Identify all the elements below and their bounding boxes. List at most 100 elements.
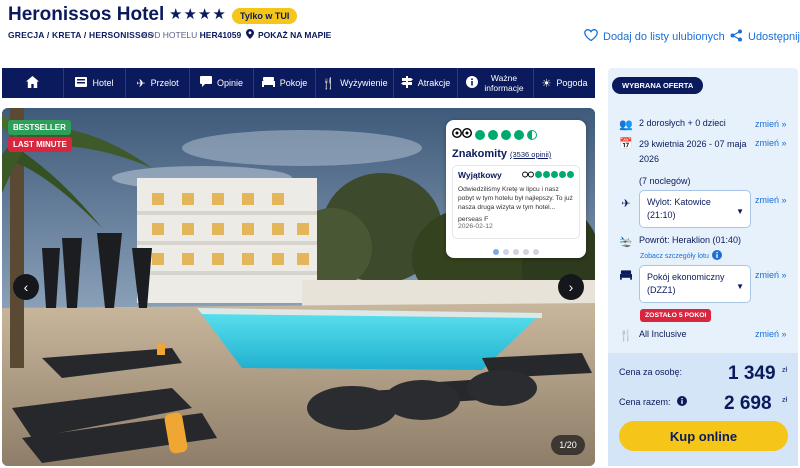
nav-hotel[interactable]: Hotel bbox=[64, 68, 126, 98]
board-row: 🍴 All Inclusive bbox=[619, 329, 687, 342]
caret-down-icon: ▼ bbox=[736, 282, 744, 291]
return-value: Powrót: Heraklion (01:40) bbox=[639, 235, 742, 245]
departure-select[interactable]: Wylot: Katowice (21:10) ▼ bbox=[639, 190, 751, 228]
signpost-icon bbox=[400, 75, 413, 91]
price-per-person: 1 349 bbox=[728, 363, 776, 384]
hotel-code-label: KOD HOTELU bbox=[142, 30, 198, 40]
review-text: Odwiedziliśmy Kretę w lipcu i nasz pobyt… bbox=[458, 186, 573, 211]
change-guests-link[interactable]: zmień » bbox=[755, 119, 787, 129]
price-total-row: Cena razem: bbox=[619, 396, 687, 408]
currency: zł bbox=[782, 397, 788, 404]
nav-board[interactable]: 🍴 Wyżywienie bbox=[316, 68, 394, 98]
nav-important-info[interactable]: Ważne informacje bbox=[458, 68, 534, 98]
nav-weather[interactable]: ☀ Pogoda bbox=[534, 68, 595, 98]
share-button[interactable]: Udostępnij bbox=[730, 29, 800, 45]
sun-icon: ☀ bbox=[541, 77, 552, 90]
info-icon bbox=[711, 250, 722, 262]
add-to-favorites-button[interactable]: Dodaj do listy ulubionych bbox=[584, 29, 725, 44]
plane-landing-icon: 🛬 bbox=[619, 236, 633, 248]
rooms-left-badge: ZOSTAŁO 5 POKOI bbox=[640, 309, 712, 322]
plane-takeoff-icon: ✈ bbox=[621, 198, 631, 210]
currency: zł bbox=[782, 367, 788, 374]
rating-summary: Znakomity (3536 opinii) bbox=[452, 148, 580, 160]
review-title: Wyjątkowy bbox=[458, 170, 502, 180]
rating-title: Znakomity bbox=[452, 148, 508, 160]
board-value: All Inclusive bbox=[639, 329, 687, 339]
gallery-prev-button[interactable]: ‹ bbox=[13, 274, 39, 300]
reviews-count-link[interactable]: (3536 opinii) bbox=[510, 150, 551, 159]
share-icon bbox=[730, 29, 743, 45]
change-departure-link[interactable]: zmień » bbox=[755, 195, 787, 205]
room-select[interactable]: Pokój ekonomiczny (DZZ1) ▼ bbox=[639, 265, 751, 303]
change-board-link[interactable]: zmień » bbox=[755, 329, 787, 339]
nav-label: Pokoje bbox=[279, 78, 308, 88]
caret-down-icon: ▼ bbox=[736, 207, 744, 216]
buy-online-button[interactable]: Kup online bbox=[619, 421, 788, 451]
change-room-link[interactable]: zmień » bbox=[755, 270, 787, 280]
cutlery-icon: 🍴 bbox=[321, 77, 336, 90]
departure-time: (21:10) bbox=[647, 210, 676, 220]
add-to-favorites-label: Dodaj do listy ulubionych bbox=[603, 30, 725, 43]
info-icon bbox=[466, 75, 478, 91]
room-code: (DZZ1) bbox=[647, 285, 676, 295]
show-on-map-label: POKAŻ NA MAPIE bbox=[258, 30, 332, 40]
bestseller-badge: BESTSELLER bbox=[8, 120, 71, 135]
nights-value: (7 noclegów) bbox=[639, 176, 691, 186]
departure-row: ✈ bbox=[619, 197, 633, 210]
info-icon[interactable] bbox=[676, 396, 687, 408]
room-type: Pokój ekonomiczny bbox=[647, 272, 725, 282]
review-card[interactable]: Wyjątkowy Odwiedziliśmy Kretę w lipcu i … bbox=[452, 165, 580, 239]
departure-airport: Wylot: Katowice bbox=[647, 197, 711, 207]
speech-bubble-icon bbox=[199, 76, 212, 90]
nav-label: Ważne informacje bbox=[484, 73, 524, 93]
dates-value: 29 kwietnia 2026 - 07 maja 2026 bbox=[639, 139, 747, 164]
plane-icon: ✈ bbox=[136, 77, 146, 90]
chevron-right-icon: › bbox=[568, 279, 574, 295]
nav-attractions[interactable]: Atrakcje bbox=[394, 68, 458, 98]
tripadvisor-review-widget[interactable]: Znakomity (3536 opinii) Wyjątkowy Odwiedz… bbox=[446, 120, 586, 258]
hotel-header: Heronissos Hotel ★★★★ Tylko w TUI GRECJA… bbox=[0, 0, 800, 66]
price-total-label: Cena razem: bbox=[619, 397, 671, 407]
rating-bubble bbox=[475, 130, 485, 140]
gallery-next-button[interactable]: › bbox=[558, 274, 584, 300]
guests-value: 2 dorosłych + 0 dzieci bbox=[639, 118, 726, 128]
nav-home[interactable] bbox=[2, 68, 64, 98]
cutlery-icon: 🍴 bbox=[619, 330, 633, 342]
tripadvisor-owl-icon bbox=[451, 126, 473, 144]
hotel-code: KOD HOTELU HER41059 bbox=[142, 30, 241, 40]
hotel-title: Heronissos Hotel bbox=[8, 4, 165, 25]
share-label: Udostępnij bbox=[748, 31, 800, 43]
nav-rooms[interactable]: Pokoje bbox=[254, 68, 316, 98]
show-on-map-link[interactable]: POKAŻ NA MAPIE bbox=[246, 29, 331, 41]
rating-bubble bbox=[488, 130, 498, 140]
tripadvisor-owl-icon bbox=[522, 171, 534, 178]
tui-exclusive-badge: Tylko w TUI bbox=[232, 8, 298, 24]
nav-reviews[interactable]: Opinie bbox=[190, 68, 254, 98]
heart-icon bbox=[584, 29, 598, 44]
section-nav: Hotel ✈ Przelot Opinie Pokoje 🍴 Wyżywienie… bbox=[2, 68, 595, 98]
bed-icon bbox=[261, 76, 275, 90]
dates-row: 📅 29 kwietnia 2026 - 07 maja 2026 bbox=[619, 137, 751, 167]
nav-flight[interactable]: ✈ Przelot bbox=[126, 68, 190, 98]
home-icon bbox=[26, 75, 39, 91]
flight-details-link[interactable]: Zobacz szczegóły lotu bbox=[640, 250, 722, 262]
rating-bubble-half bbox=[527, 130, 537, 140]
nav-label: Przelot bbox=[150, 78, 179, 88]
last-minute-badge: LAST MINUTE bbox=[8, 137, 72, 152]
review-date: 2026-02-12 bbox=[458, 223, 493, 230]
change-dates-link[interactable]: zmień » bbox=[755, 138, 787, 148]
hotel-code-value: HER41059 bbox=[199, 30, 242, 40]
breadcrumb[interactable]: GRECJA / KRETA / HERSONISSOS bbox=[8, 30, 154, 40]
bed-icon bbox=[619, 270, 633, 283]
review-carousel-dots[interactable] bbox=[446, 249, 586, 255]
price-total: 2 698 bbox=[724, 393, 772, 414]
nav-label: Hotel bbox=[92, 78, 114, 88]
nav-label: Atrakcje bbox=[417, 78, 451, 88]
rating-bubble bbox=[501, 130, 511, 140]
hotel-icon bbox=[75, 76, 88, 90]
nav-label: Pogoda bbox=[556, 78, 588, 88]
room-row bbox=[619, 270, 633, 283]
return-row: 🛬 Powrót: Heraklion (01:40) bbox=[619, 235, 741, 248]
rating-bubble bbox=[514, 130, 524, 140]
guests-row: 👥 2 dorosłych + 0 dzieci bbox=[619, 118, 726, 131]
